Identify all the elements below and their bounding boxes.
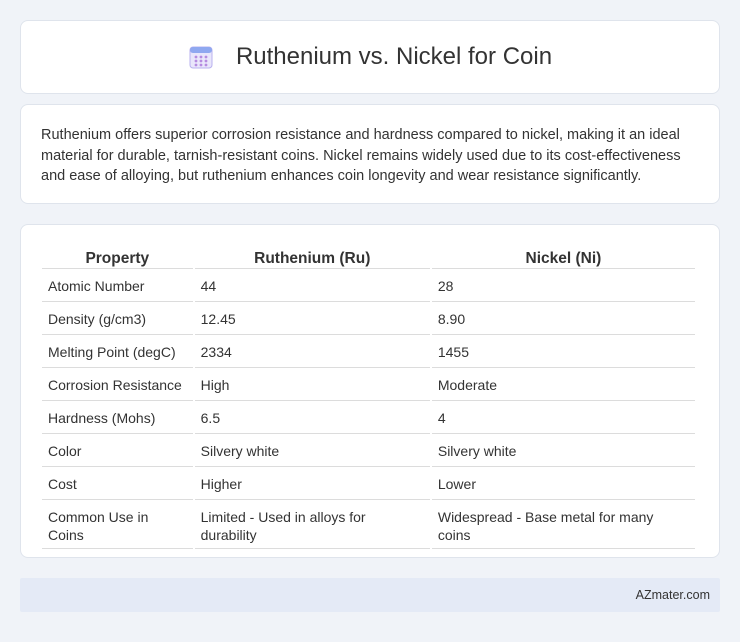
title-wrap: Ruthenium vs. Nickel for Coin [188, 43, 552, 71]
property-cell: Atomic Number [42, 269, 193, 302]
property-cell: Density (g/cm3) [42, 302, 193, 335]
table-row: Common Use in Coins Limited - Used in al… [42, 500, 695, 549]
ruthenium-cell: 44 [194, 269, 430, 302]
property-cell: Common Use in Coins [42, 500, 193, 549]
nickel-cell: Moderate [431, 368, 695, 401]
table-row: Atomic Number 44 28 [42, 269, 695, 302]
nickel-cell: Lower [431, 467, 695, 500]
property-cell: Corrosion Resistance [42, 368, 193, 401]
ruthenium-cell: Limited - Used in alloys for durability [194, 500, 430, 549]
column-header-nickel: Nickel (Ni) [431, 247, 695, 269]
property-cell: Hardness (Mohs) [42, 401, 193, 434]
source-credit: AZmater.com [635, 588, 710, 602]
comparison-table: Property Ruthenium (Ru) Nickel (Ni) Atom… [40, 247, 697, 549]
comparison-table-card: Property Ruthenium (Ru) Nickel (Ni) Atom… [20, 224, 720, 558]
nickel-cell: 1455 [431, 335, 695, 368]
table-row: Hardness (Mohs) 6.5 4 [42, 401, 695, 434]
table-row: Density (g/cm3) 12.45 8.90 [42, 302, 695, 335]
ruthenium-cell: High [194, 368, 430, 401]
table-row: Corrosion Resistance High Moderate [42, 368, 695, 401]
ruthenium-cell: 12.45 [194, 302, 430, 335]
table-row: Cost Higher Lower [42, 467, 695, 500]
table-header-row: Property Ruthenium (Ru) Nickel (Ni) [42, 247, 695, 269]
property-cell: Melting Point (degC) [42, 335, 193, 368]
nickel-cell: 4 [431, 401, 695, 434]
ruthenium-cell: 2334 [194, 335, 430, 368]
table-row: Color Silvery white Silvery white [42, 434, 695, 467]
property-cell: Cost [42, 467, 193, 500]
nickel-cell: Silvery white [431, 434, 695, 467]
column-header-ruthenium: Ruthenium (Ru) [194, 247, 430, 269]
table-row: Melting Point (degC) 2334 1455 [42, 335, 695, 368]
nickel-cell: Widespread - Base metal for many coins [431, 500, 695, 549]
ruthenium-cell: Higher [194, 467, 430, 500]
page-title: Ruthenium vs. Nickel for Coin [235, 43, 553, 70]
footer-bar: AZmater.com [20, 578, 720, 612]
description-card: Ruthenium offers superior corrosion resi… [20, 104, 720, 204]
header-card: Ruthenium vs. Nickel for Coin [20, 20, 720, 94]
calendar-icon [189, 46, 213, 69]
ruthenium-cell: 6.5 [194, 401, 430, 434]
property-cell: Color [42, 434, 193, 467]
description-text: Ruthenium offers superior corrosion resi… [41, 127, 681, 184]
nickel-cell: 28 [431, 269, 695, 302]
ruthenium-cell: Silvery white [194, 434, 430, 467]
column-header-property: Property [42, 247, 193, 269]
nickel-cell: 8.90 [431, 302, 695, 335]
